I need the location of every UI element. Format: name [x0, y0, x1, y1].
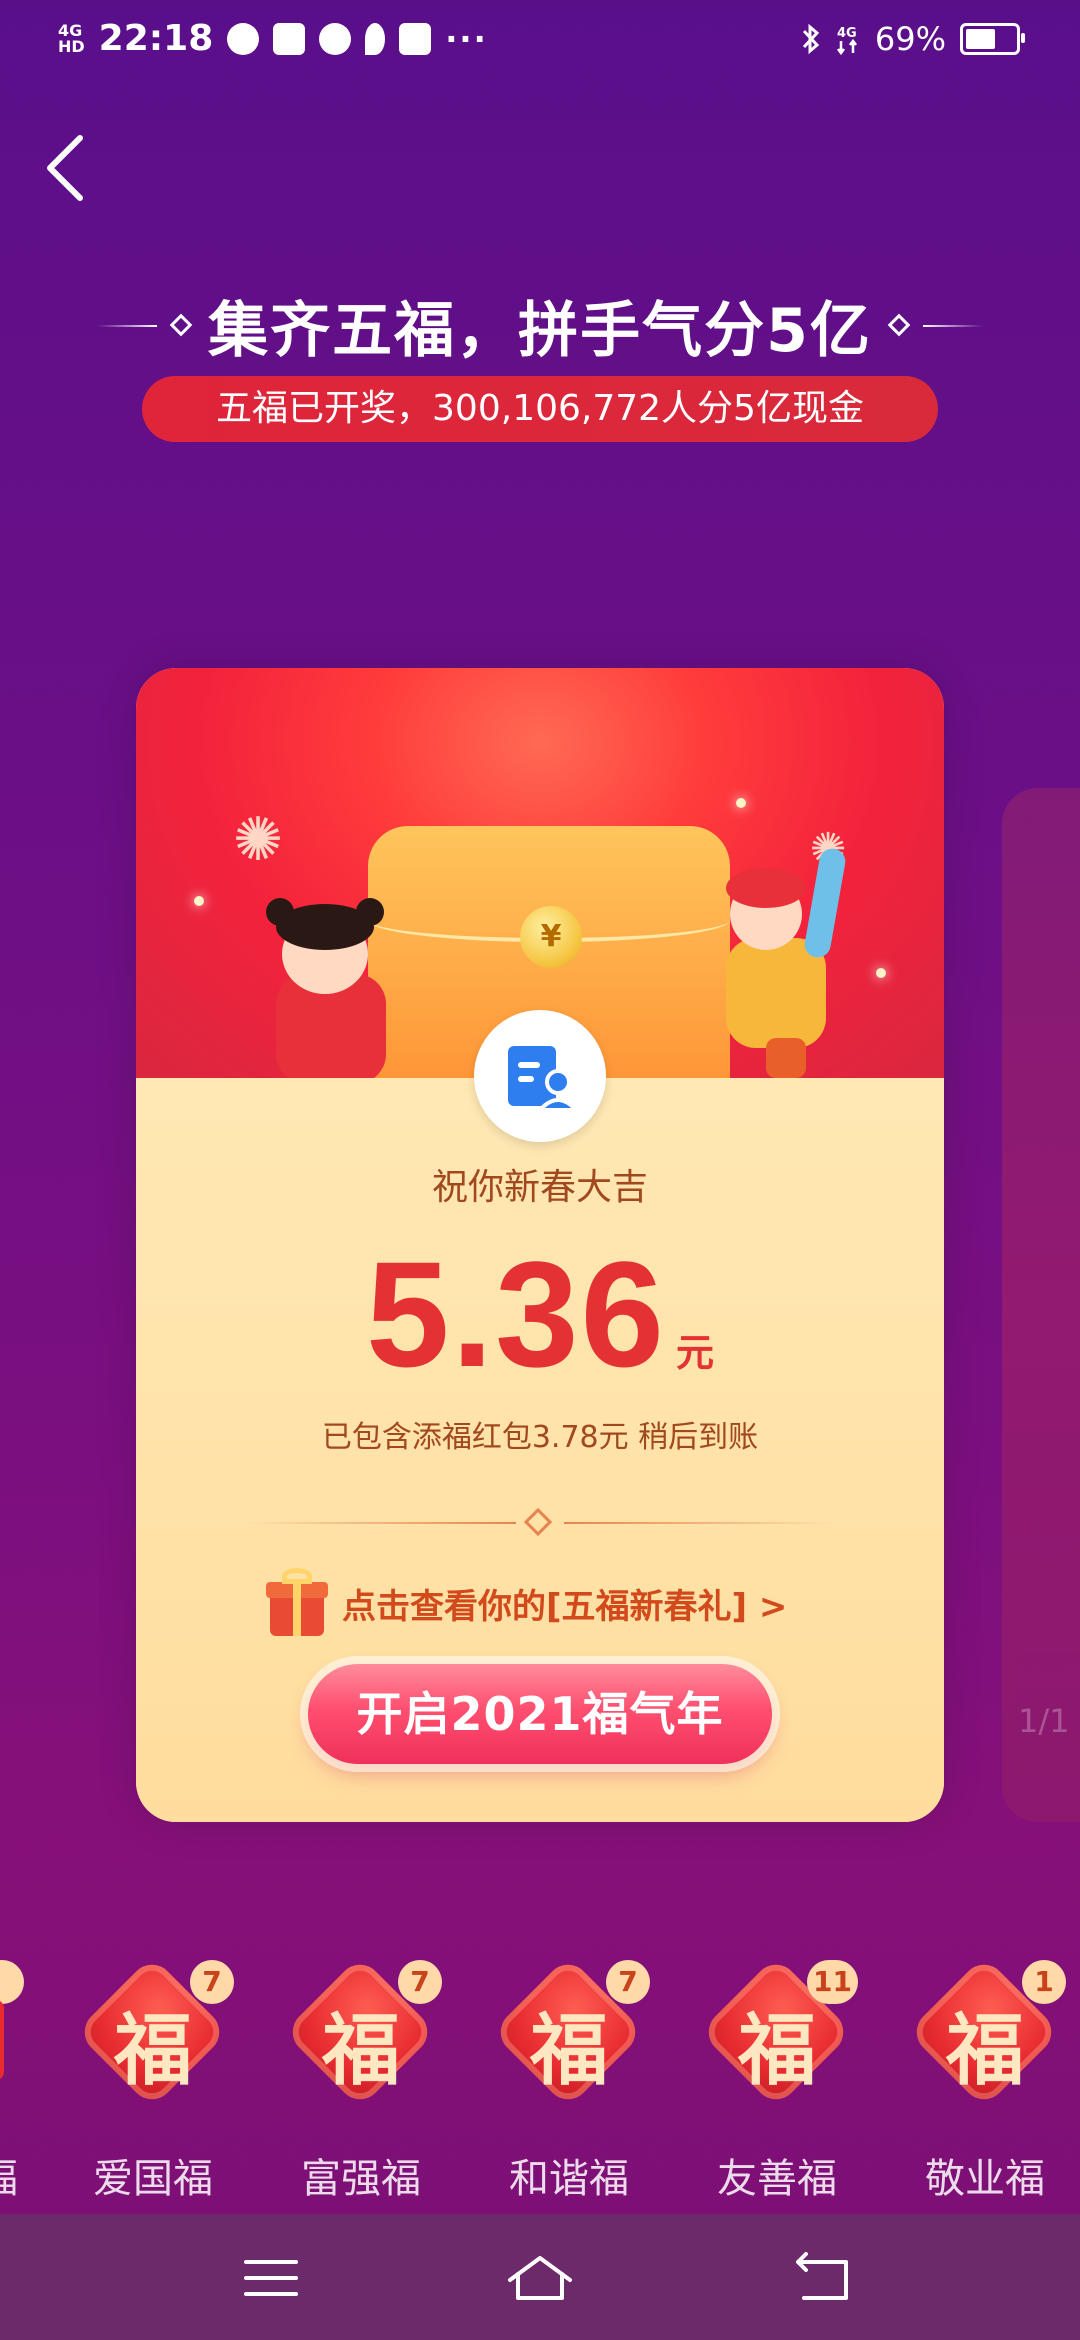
amount-unit: 元 [675, 1331, 714, 1375]
fu-label: 和谐福 [509, 2156, 629, 2202]
boy-character-illustration [696, 846, 876, 1078]
divider [246, 1507, 834, 1538]
fu-count-badge: 11 [807, 1960, 858, 2004]
fu-label: 敬业福 [925, 2156, 1045, 2202]
fu-count-badge: 7 [190, 1960, 234, 2004]
fu-count-badge: 1 [1022, 1960, 1066, 2004]
fu-label: 爱国福 [93, 2156, 213, 2202]
chevron-left-icon [47, 135, 83, 201]
app-icon [273, 22, 306, 55]
greeting-text: 祝你新春大吉 [431, 1167, 648, 1208]
bonus-note: 已包含添福红包3.78元 稍后到账 [321, 1420, 759, 1455]
fu-card-aiguo[interactable]: 福 7 爱国福 [68, 1955, 238, 2210]
page-title: 集齐五福，拼手气分5亿 [208, 296, 872, 366]
compass-icon [319, 22, 352, 55]
wechat-icon [227, 22, 260, 55]
fu-character: 福 [321, 2005, 400, 2096]
svg-text:4G: 4G [837, 26, 857, 41]
card-pager: 1/1 [1018, 1702, 1070, 1740]
gift-link-label: 点击查看你的[五福新春礼] > [342, 1586, 788, 1627]
bluetooth-icon [802, 23, 820, 55]
home-icon [508, 2256, 572, 2300]
open-fortune-year-button[interactable]: 开启2021福气年 [308, 1664, 772, 1764]
status-time: 22:18 [98, 18, 214, 59]
menu-icon [244, 2260, 298, 2296]
network-suffix: HD [58, 36, 85, 56]
gift-icon [266, 1568, 328, 1638]
amount-value: 5.36 [366, 1230, 666, 1398]
girl-character-illustration [236, 898, 416, 1084]
fu-badge [0, 1960, 24, 2004]
contact-card-icon [508, 1046, 581, 1112]
back-nav-button[interactable] [784, 2242, 864, 2312]
system-nav-bar [0, 2214, 1080, 2340]
fu-card-hexie[interactable]: 福 7 和谐福 [484, 1955, 654, 2210]
fu-character: 福 [737, 2005, 816, 2096]
next-card-peek[interactable]: 1/1 [1002, 788, 1080, 1822]
firework-icon: ✺ [232, 805, 284, 875]
sparkle-icon [194, 896, 204, 906]
fu-card-strip[interactable]: 福 7 爱国福 福 7 富强福 福 7 和谐福 福 11 友善福 福 1 敬业福 [0, 1955, 1080, 2220]
home-button[interactable] [500, 2242, 580, 2312]
avatar [474, 1010, 606, 1142]
sparkle-icon [876, 968, 886, 978]
more-notifications-icon: ··· [445, 19, 488, 58]
battery-icon [960, 23, 1025, 55]
header: 集齐五福，拼手气分5亿 [0, 282, 1080, 369]
battery-percent: 69% [874, 20, 946, 58]
fu-card-partial[interactable] [0, 2000, 4, 2080]
fu-character: 福 [945, 2005, 1024, 2096]
fu-card-jingye[interactable]: 福 1 敬业福 [900, 1955, 1070, 2210]
title-ornament-left [97, 313, 193, 336]
menu-button[interactable] [232, 2242, 312, 2312]
sparkle-icon [736, 798, 746, 808]
coin-icon: ¥ [520, 906, 582, 968]
4g-signal-icon: 4G [836, 26, 857, 55]
lottery-banner: 五福已开奖，300,106,772人分5亿现金 [142, 376, 938, 442]
network-indicator: 4G HD [58, 22, 85, 56]
return-icon [796, 2252, 848, 2300]
red-packet-card: ✺ ✺ ¥ [136, 668, 944, 1822]
prize-amount: 5.36 元 [136, 1228, 944, 1401]
fu-character: 福 [113, 2005, 192, 2096]
fu-label: 友善福 [717, 2156, 837, 2202]
fu-count-badge: 7 [398, 1960, 442, 2004]
fu-character: 福 [529, 2005, 608, 2096]
status-bar: 4G HD 22:18 ··· 4G 69% [0, 0, 1080, 84]
fu-label-partial: 福 [0, 2146, 18, 2204]
photo-icon [399, 22, 432, 55]
fu-card-fuqiang[interactable]: 福 7 富强福 [276, 1955, 446, 2210]
fu-count-badge: 7 [606, 1960, 650, 2004]
fu-label: 富强福 [301, 2156, 421, 2202]
gift-link[interactable]: 点击查看你的[五福新春礼] > [266, 1558, 787, 1648]
back-button[interactable] [40, 128, 100, 208]
location-icon [365, 22, 386, 55]
fu-card-youshan[interactable]: 福 11 友善福 [692, 1955, 862, 2210]
title-ornament-right [887, 313, 983, 336]
